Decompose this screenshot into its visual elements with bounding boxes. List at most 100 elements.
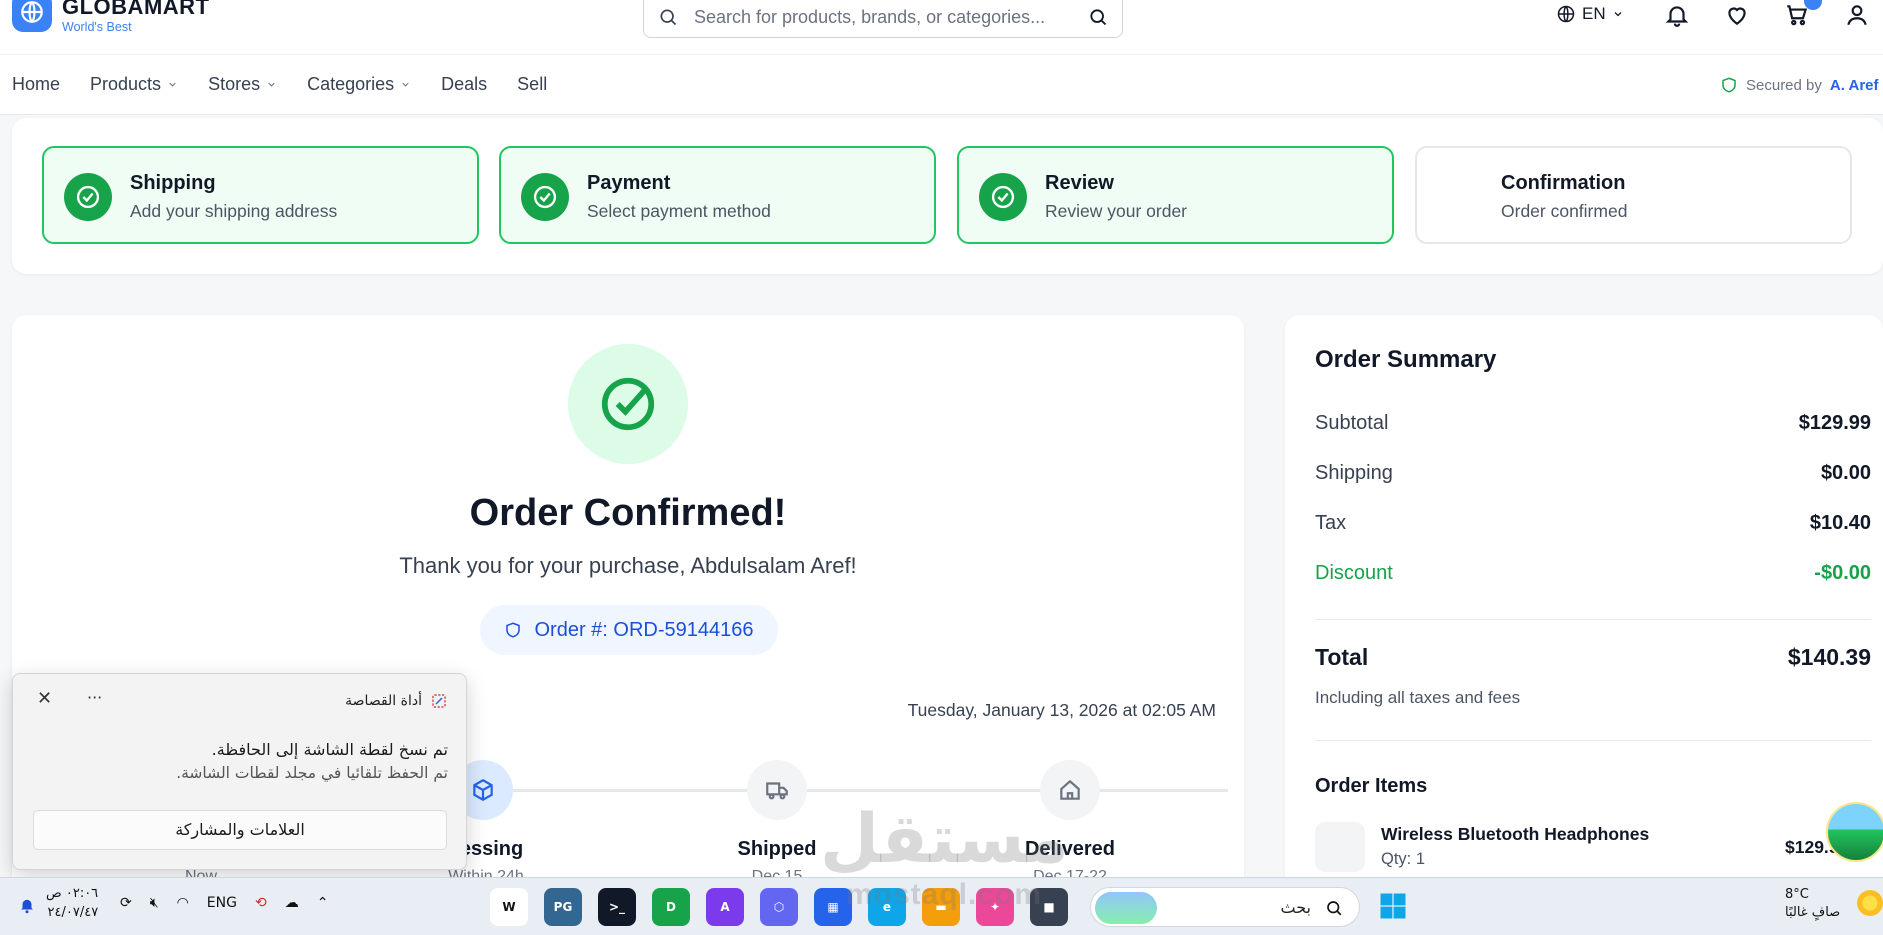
search-icon [1327,901,1342,916]
row-value: -$0.00 [1814,562,1871,584]
row-value: $0.00 [1820,462,1871,484]
checkout-steps: Shipping Add your shipping address Payme… [12,118,1883,274]
nav-deals[interactable]: Deals [441,74,487,95]
secured-label: Secured by [1746,76,1822,94]
app-postgres-icon[interactable]: PG [544,888,582,926]
chevron-down-icon [402,82,409,87]
system-tray: ⟳ 🔇︎ ◠ ENG ⟲ ☁ ⌃ [120,895,328,911]
step-title: Payment [587,172,671,194]
watermark-arabic: مستقل [820,800,1069,879]
row-label: Shipping [1315,462,1393,484]
summary-row-subtotal: Subtotal $129.99 [1315,412,1871,435]
wifi-icon[interactable]: ◠ [177,895,189,911]
step-review[interactable]: Review Review your order [957,146,1394,244]
toast-app-name: أداة القصاصة [345,693,422,709]
step-subtitle: Order confirmed [1501,201,1628,221]
app-chrome-profile-icon[interactable]: D [652,888,690,926]
item-thumbnail [1315,822,1365,872]
app-hex-icon[interactable]: ⬡ [760,888,798,926]
nav-home-label: Home [12,74,61,94]
order-date: Tuesday, January 13, 2026 at 02:05 AM [907,700,1216,720]
language-selector[interactable]: EN [1556,4,1624,24]
search-input[interactable]: Search for products, brands, or categori… [694,7,1045,28]
nav-home[interactable]: Home [12,74,60,95]
truck-icon [766,782,788,800]
app-chrome-icon[interactable]: A [706,888,744,926]
step-title: Shipping [130,172,216,194]
secured-by: Secured by A. Aref [1720,76,1879,94]
total-value: $140.39 [1787,644,1871,670]
header-divider [0,54,1883,55]
taskbar-search[interactable]: بحث [1090,887,1360,927]
chevron-up-icon[interactable]: ⌃ [317,895,329,911]
row-value: $10.40 [1809,512,1871,534]
search-submit-icon[interactable] [1088,7,1108,27]
watermark-english: mostaql.com [846,878,1043,911]
item-name[interactable]: Wireless Bluetooth Headphones [1381,824,1649,845]
more-options-icon[interactable]: ··· [87,688,102,707]
summary-row-tax: Tax $10.40 [1315,512,1871,535]
row-label: Discount [1315,562,1393,584]
snipping-tool-notification: أداة القصاصة ··· ✕ تم نسخ لقطة الشاشة إل… [12,673,467,870]
windows-start-icon[interactable] [1378,891,1408,921]
scissors-icon [432,694,446,708]
step-confirmation[interactable]: Confirmation Order confirmed [1415,146,1852,244]
site-header: GLOBAMART World's Best Search for produc… [0,0,1883,115]
nav-categories-label: Categories [307,74,395,94]
step-title: Confirmation [1501,172,1626,194]
row-label: Subtotal [1315,412,1389,434]
volume-muted-icon[interactable]: 🔇︎ [150,895,159,911]
chevron-down-icon [1614,12,1622,17]
summary-row-discount: Discount -$0.00 [1315,562,1871,585]
toast-detail: تم الحفظ تلقائيا في مجلد لقطات الشاشة. [176,764,448,782]
nav-stores[interactable]: Stores [208,74,277,95]
nav-categories[interactable]: Categories [307,74,411,95]
close-icon[interactable]: ✕ [37,688,52,709]
total-label: Total [1315,644,1369,670]
step-subtitle: Add your shipping address [130,201,338,221]
battery-icon[interactable]: ⟳ [120,895,132,911]
toast-message: تم نسخ لقطة الشاشة إلى الحافظة. [211,740,448,759]
taskbar-search-input[interactable]: بحث [1281,898,1312,917]
app-terminal-icon[interactable]: >_ [598,888,636,926]
step-title: Review [1045,172,1114,194]
step-subtitle: Review your order [1045,201,1187,221]
heart-icon[interactable] [1724,2,1750,28]
secured-name[interactable]: A. Aref [1830,77,1879,94]
summary-divider [1315,619,1871,620]
nav-sell[interactable]: Sell [517,74,547,95]
globe-logo-icon[interactable] [12,0,52,32]
main-nav: Home Products Stores Categories Deals Se… [12,74,547,95]
item-quantity: Qty: 1 [1381,850,1426,868]
confirmation-title: Order Confirmed! [469,492,787,534]
recording-icon[interactable]: ⟲ [255,895,267,911]
weather-temp: 8°C [1785,887,1809,902]
timeline-track [482,789,1228,792]
sun-icon [1857,890,1883,916]
taskbar-clock[interactable]: ٠٢:٠٦ ص ٢٤/٠٧/٤٧ [46,884,98,922]
cloud-off-icon[interactable]: ☁ [285,895,299,911]
brand-name[interactable]: GLOBAMART [62,0,209,20]
bell-icon[interactable] [1664,2,1690,28]
weather-widget[interactable]: 8°C صافٍ غالبًا [1785,886,1883,922]
markup-share-button[interactable]: العلامات والمشاركة [33,810,447,850]
brand-tagline: World's Best [62,20,132,34]
clock-time: ٠٢:٠٦ ص [46,886,99,901]
input-language[interactable]: ENG [207,895,237,911]
step-payment[interactable]: Payment Select payment method [499,146,936,244]
order-number-badge[interactable]: Order #: ORD-59144166 [480,605,778,655]
step-shipping[interactable]: Shipping Add your shipping address [42,146,479,244]
clock-date: ٢٤/٠٧/٤٧ [47,905,99,920]
search-bar[interactable]: Search for products, brands, or categori… [643,0,1123,38]
order-items-title: Order Items [1315,775,1428,797]
app-wix-icon[interactable]: W [490,888,528,926]
summary-title: Order Summary [1315,346,1497,373]
beach-widget-icon[interactable] [1826,802,1883,862]
notification-bell-icon[interactable] [18,896,36,914]
box-icon [473,779,493,801]
user-icon[interactable] [1844,2,1870,28]
row-value: $129.99 [1798,412,1871,434]
nav-sell-label: Sell [517,74,548,94]
shield-icon [506,622,521,638]
nav-products[interactable]: Products [90,74,178,95]
